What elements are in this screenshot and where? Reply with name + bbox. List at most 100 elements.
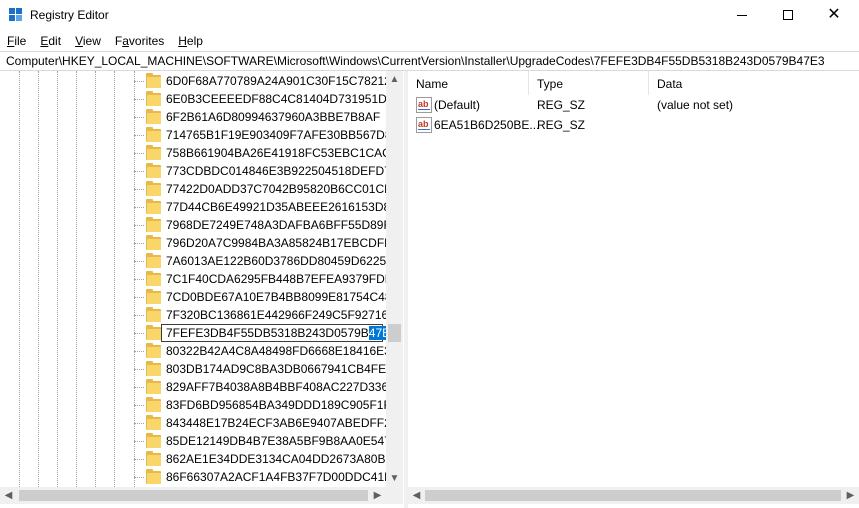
scroll-up-arrow-icon[interactable]: ▲ bbox=[386, 71, 403, 88]
tree-item-label: 829AFF7B4038A8B4BBF408AC227D3360 bbox=[166, 380, 395, 394]
tree-item-label: 7F320BC136861E442966F249C5F92716 bbox=[166, 308, 389, 322]
tree-connector-line bbox=[134, 225, 144, 226]
tree-item[interactable]: 6D0F68A770789A24A901C30F15C78212 bbox=[0, 72, 391, 90]
tree-connector-line bbox=[134, 171, 144, 172]
tree-item-label: 758B661904BA26E41918FC53EBC1CAC9 bbox=[166, 146, 398, 160]
folder-icon bbox=[146, 73, 161, 88]
column-header-name[interactable]: Name bbox=[408, 71, 529, 95]
scroll-left-arrow-icon[interactable]: ◀ bbox=[408, 487, 425, 504]
folder-icon bbox=[146, 451, 161, 466]
list-horizontal-scrollbar[interactable]: ◀ ▶ bbox=[408, 487, 859, 504]
tree-item[interactable]: 796D20A7C9984BA3A85824B17EBCDFE9 bbox=[0, 234, 399, 252]
value-row[interactable]: ab 6EA51B6D250BE... REG_SZ bbox=[408, 115, 859, 135]
close-button[interactable]: ✕ bbox=[811, 0, 857, 30]
tree-item[interactable]: 773CDBDC014846E3B922504518DEFD7F bbox=[0, 162, 398, 180]
scroll-right-arrow-icon[interactable]: ▶ bbox=[842, 487, 859, 504]
address-bar[interactable]: Computer\HKEY_LOCAL_MACHINE\SOFTWARE\Mic… bbox=[0, 51, 859, 71]
folder-icon bbox=[146, 127, 161, 142]
column-header-data[interactable]: Data bbox=[649, 71, 859, 95]
tree-item[interactable]: 80322B42A4C8A48498FD6668E18416E3 bbox=[0, 342, 391, 360]
tree-item[interactable]: 7C1F40CDA6295FB448B7EFEA9379FDDE bbox=[0, 270, 401, 288]
tree-item-label: 7968DE7249E748A3DAFBA6BFF55D89FA bbox=[166, 218, 399, 232]
minimize-button[interactable] bbox=[719, 0, 765, 30]
tree-item-label: 7CD0BDE67A10E7B4BB8099E81754C48E bbox=[166, 290, 400, 304]
value-row[interactable]: ab (Default) REG_SZ (value not set) bbox=[408, 95, 859, 115]
tree-item[interactable]: 843448E17B24ECF3AB6E9407ABEDFF2B bbox=[0, 414, 399, 432]
maximize-icon bbox=[783, 10, 793, 20]
value-type: REG_SZ bbox=[537, 98, 586, 112]
key-tree-pane[interactable]: 6D0F68A770789A24A901C30F15C78212 6E0B3CEE… bbox=[0, 71, 404, 508]
tree-connector-line bbox=[134, 477, 144, 478]
tree-item[interactable]: 829AFF7B4038A8B4BBF408AC227D3360 bbox=[0, 378, 395, 396]
tree-item[interactable]: 83FD6BD956854BA349DDD189C905F1F1 bbox=[0, 396, 397, 414]
tree-item[interactable]: 7CD0BDE67A10E7B4BB8099E81754C48E bbox=[0, 288, 400, 306]
folder-icon bbox=[146, 181, 161, 196]
tree-item-label: 80322B42A4C8A48498FD6668E18416E3 bbox=[166, 344, 391, 358]
scroll-down-arrow-icon[interactable]: ▼ bbox=[386, 470, 403, 487]
tree-connector-line bbox=[134, 261, 144, 262]
tree-item-label: 77422D0ADD37C7042B95820B6CC01CB4 bbox=[166, 182, 399, 196]
tree-connector-line bbox=[134, 423, 144, 424]
menu-view[interactable]: View bbox=[68, 31, 108, 51]
folder-icon bbox=[146, 91, 161, 106]
value-type: REG_SZ bbox=[537, 118, 586, 132]
tree-connector-line bbox=[134, 99, 144, 100]
tree-item[interactable]: 7F320BC136861E442966F249C5F92716 bbox=[0, 306, 389, 324]
tree-item-label: 86F66307A2ACF1A4FB37F7D00DDC41EE bbox=[166, 470, 401, 484]
column-header-type[interactable]: Type bbox=[529, 71, 649, 95]
tree-item-label: 83FD6BD956854BA349DDD189C905F1F1 bbox=[166, 398, 398, 412]
maximize-button[interactable] bbox=[765, 0, 811, 30]
scrollbar-thumb[interactable] bbox=[425, 490, 841, 501]
menu-file[interactable]: File bbox=[0, 31, 33, 51]
scrollbar-thumb[interactable] bbox=[388, 324, 401, 342]
tree-item[interactable]: 77422D0ADD37C7042B95820B6CC01CB4 bbox=[0, 180, 399, 198]
folder-icon bbox=[146, 199, 161, 214]
tree-vertical-scrollbar[interactable]: ▲ ▼ bbox=[386, 71, 403, 487]
tree-connector-line bbox=[134, 315, 144, 316]
tree-item[interactable]: 714765B1F19E903409F7AFE30BB567D8 bbox=[0, 126, 392, 144]
folder-icon bbox=[146, 235, 161, 250]
tree-connector-line bbox=[134, 369, 144, 370]
menu-edit[interactable]: Edit bbox=[33, 31, 68, 51]
tree-connector-line bbox=[134, 207, 144, 208]
title-bar: Registry Editor ✕ bbox=[0, 0, 859, 31]
tree-item[interactable]: 77D44CB6E49921D35ABEEE2616153D80 bbox=[0, 198, 397, 216]
menu-favorites[interactable]: Favorites bbox=[108, 31, 171, 51]
tree-connector-line bbox=[134, 243, 144, 244]
tree-item[interactable]: 86F66307A2ACF1A4FB37F7D00DDC41EE bbox=[0, 468, 400, 486]
rename-key-input[interactable]: 7FEFE3DB4F55DB5318B243D0579B47E3 bbox=[161, 324, 397, 342]
registry-editor-icon bbox=[9, 8, 23, 22]
tree-item[interactable]: 7968DE7249E748A3DAFBA6BFF55D89FA bbox=[0, 216, 398, 234]
tree-item[interactable]: 7A6013AE122B60D3786DD80459D62254 bbox=[0, 252, 393, 270]
tree-item[interactable]: 6F2B61A6D80994637960A3BBE7B8AF bbox=[0, 108, 386, 126]
tree-connector-line bbox=[134, 387, 144, 388]
tree-item[interactable]: 862AE1E34DDE3134CA04DD2673A80B6F bbox=[0, 450, 400, 468]
folder-icon bbox=[146, 379, 161, 394]
string-value-icon: ab bbox=[416, 117, 432, 133]
menu-bar: File Edit View Favorites Help bbox=[0, 31, 210, 51]
menu-help[interactable]: Help bbox=[171, 31, 210, 51]
tree-item-label: 7A6013AE122B60D3786DD80459D62254 bbox=[166, 254, 393, 268]
folder-icon bbox=[146, 433, 161, 448]
values-list-pane[interactable]: Name Type Data ab (Default) REG_SZ (valu… bbox=[408, 71, 859, 508]
tree-item[interactable]: 85DE12149DB4B7E38A5BF9B8AA0E547B bbox=[0, 432, 399, 450]
scroll-left-arrow-icon[interactable]: ◀ bbox=[0, 487, 17, 504]
tree-item[interactable]: 6E0B3CEEEEDF88C4C81404D731951D70 bbox=[0, 90, 400, 108]
tree-item[interactable]: 758B661904BA26E41918FC53EBC1CAC9 bbox=[0, 144, 398, 162]
tree-horizontal-scrollbar[interactable]: ◀ ▶ bbox=[0, 487, 403, 504]
tree-connector-line bbox=[134, 441, 144, 442]
folder-icon bbox=[146, 271, 161, 286]
tree-item-label: 803DB174AD9C8BA3DB0667941CB4FE86 bbox=[166, 362, 400, 376]
folder-icon bbox=[146, 163, 161, 178]
tree-item[interactable]: 803DB174AD9C8BA3DB0667941CB4FE86 bbox=[0, 360, 400, 378]
scroll-right-arrow-icon[interactable]: ▶ bbox=[369, 487, 386, 504]
string-value-icon: ab bbox=[416, 97, 432, 113]
tree-connector-line bbox=[134, 459, 144, 460]
tree-item[interactable]: 7FEFE3DB4F55DB5318B243D0579B47E3 bbox=[0, 324, 397, 342]
tree-item-label: 77D44CB6E49921D35ABEEE2616153D80 bbox=[166, 200, 397, 214]
scrollbar-thumb[interactable] bbox=[19, 490, 368, 501]
folder-icon bbox=[146, 307, 161, 322]
tree-connector-line bbox=[134, 351, 144, 352]
scrollbar-corner bbox=[386, 487, 403, 504]
tree-item-label: 85DE12149DB4B7E38A5BF9B8AA0E547B bbox=[166, 434, 399, 448]
